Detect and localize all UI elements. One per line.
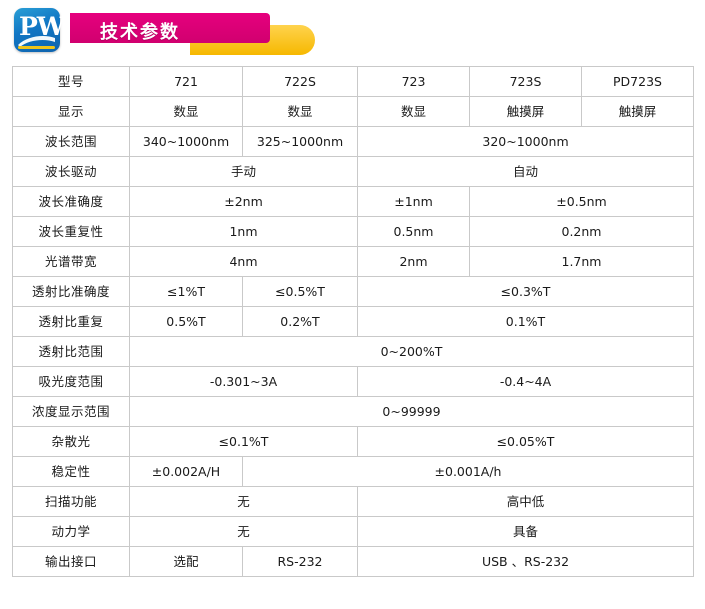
- table-cell: USB 、RS-232: [357, 546, 694, 577]
- row-label: 波长重复性: [12, 216, 130, 247]
- table-cell: 触摸屏: [469, 96, 582, 127]
- table-cell: 4nm: [129, 246, 358, 277]
- row-label: 透射比准确度: [12, 276, 130, 307]
- table-row: 显示 数显 数显 数显 触摸屏 触摸屏: [12, 96, 694, 127]
- table-cell: 高中低: [357, 486, 694, 517]
- table-row: 波长重复性 1nm 0.5nm 0.2nm: [12, 216, 694, 247]
- row-label: 杂散光: [12, 426, 130, 457]
- row-label: 扫描功能: [12, 486, 130, 517]
- table-row: 杂散光 ≤0.1%T ≤0.05%T: [12, 426, 694, 457]
- table-cell: 723S: [469, 66, 582, 97]
- table-cell: ≤0.1%T: [129, 426, 358, 457]
- table-cell: 触摸屏: [581, 96, 694, 127]
- table-cell: 0~99999: [129, 396, 694, 427]
- table-cell: 手动: [129, 156, 358, 187]
- table-cell: ≤0.5%T: [242, 276, 358, 307]
- logo-wrap: PW: [14, 6, 76, 56]
- table-row: 吸光度范围 -0.301~3A -0.4~4A: [12, 366, 694, 397]
- row-label: 波长范围: [12, 126, 130, 157]
- table-row: 动力学无具备: [12, 516, 694, 547]
- table-row: 波长准确度 ±2nm ±1nm ±0.5nm: [12, 186, 694, 217]
- table-cell: 340~1000nm: [129, 126, 243, 157]
- table-cell: ±0.001A/h: [242, 456, 694, 487]
- logo-underline: [18, 46, 55, 49]
- table-cell: 无: [129, 516, 358, 547]
- table-cell: ±2nm: [129, 186, 358, 217]
- spec-table-body: 型号 721 722S 723 723S PD723S 显示 数显 数显 数显 触摸屏 触摸屏 波长范围…: [12, 66, 694, 577]
- table-cell: ±0.5nm: [469, 186, 694, 217]
- table-cell: 0.5nm: [357, 216, 470, 247]
- table-row: 光谱带宽 4nm 2nm 1.7nm: [12, 246, 694, 277]
- row-label: 浓度显示范围: [12, 396, 130, 427]
- table-cell: 0.2%T: [242, 306, 358, 337]
- row-label: 显示: [12, 96, 130, 127]
- table-row: 透射比准确度 ≤1%T ≤0.5%T ≤0.3%T: [12, 276, 694, 307]
- page-title: 技术参数: [100, 22, 180, 43]
- table-cell: 721: [129, 66, 243, 97]
- row-label: 波长准确度: [12, 186, 130, 217]
- row-label: 光谱带宽: [12, 246, 130, 277]
- row-label: 透射比重复: [12, 306, 130, 337]
- table-cell: ≤0.3%T: [357, 276, 694, 307]
- table-cell: -0.301~3A: [129, 366, 358, 397]
- table-row: 浓度显示范围 0~99999: [12, 396, 694, 427]
- table-row: 波长范围 340~1000nm 325~1000nm 320~1000nm: [12, 126, 694, 157]
- table-cell: 无: [129, 486, 358, 517]
- table-row: 输出接口 选配 RS-232 USB 、RS-232: [12, 546, 694, 577]
- table-row: 透射比重复 0.5%T 0.2%T 0.1%T: [12, 306, 694, 337]
- table-row: 透射比范围 0~200%T: [12, 336, 694, 367]
- row-label: 输出接口: [12, 546, 130, 577]
- row-label: 波长驱动: [12, 156, 130, 187]
- row-label: 稳定性: [12, 456, 130, 487]
- spec-table-wrap: 型号 721 722S 723 723S PD723S 显示 数显 数显 数显 触摸屏 触摸屏 波长范围…: [12, 66, 694, 577]
- page-root: PW 技术参数 型号 721 722S 723 723S PD723S 显示 数显 数显 数显 触摸…: [0, 0, 705, 609]
- spec-table: 型号 721 722S 723 723S PD723S 显示 数显 数显 数显 触摸屏 触摸屏 波长范围…: [12, 66, 694, 577]
- table-cell: 723: [357, 66, 470, 97]
- table-cell: ±0.002A/H: [129, 456, 243, 487]
- pw-logo-icon: PW: [14, 8, 65, 52]
- table-cell: 1nm: [129, 216, 358, 247]
- table-cell: 722S: [242, 66, 358, 97]
- table-cell: 数显: [242, 96, 358, 127]
- table-cell: 具备: [357, 516, 694, 547]
- row-label: 动力学: [12, 516, 130, 547]
- table-cell: 自动: [357, 156, 694, 187]
- table-cell: -0.4~4A: [357, 366, 694, 397]
- table-cell: 选配: [129, 546, 243, 577]
- row-label: 型号: [12, 66, 130, 97]
- page-header: PW 技术参数: [0, 0, 705, 62]
- table-row: 扫描功能无高中低: [12, 486, 694, 517]
- table-cell: RS-232: [242, 546, 358, 577]
- table-cell: 0.1%T: [357, 306, 694, 337]
- row-label: 吸光度范围: [12, 366, 130, 397]
- table-cell: 0.5%T: [129, 306, 243, 337]
- table-cell: ≤1%T: [129, 276, 243, 307]
- table-cell: 1.7nm: [469, 246, 694, 277]
- table-cell: 320~1000nm: [357, 126, 694, 157]
- table-cell: 325~1000nm: [242, 126, 358, 157]
- table-cell: 数显: [129, 96, 243, 127]
- table-cell: 2nm: [357, 246, 470, 277]
- table-cell: PD723S: [581, 66, 694, 97]
- table-row: 稳定性 ±0.002A/H ±0.001A/h: [12, 456, 694, 487]
- table-cell: 0.2nm: [469, 216, 694, 247]
- table-row: 波长驱动 手动 自动: [12, 156, 694, 187]
- row-label: 透射比范围: [12, 336, 130, 367]
- table-cell: 数显: [357, 96, 470, 127]
- table-cell: ±1nm: [357, 186, 470, 217]
- table-cell: ≤0.05%T: [357, 426, 694, 457]
- table-cell: 0~200%T: [129, 336, 694, 367]
- table-row: 型号 721 722S 723 723S PD723S: [12, 66, 694, 97]
